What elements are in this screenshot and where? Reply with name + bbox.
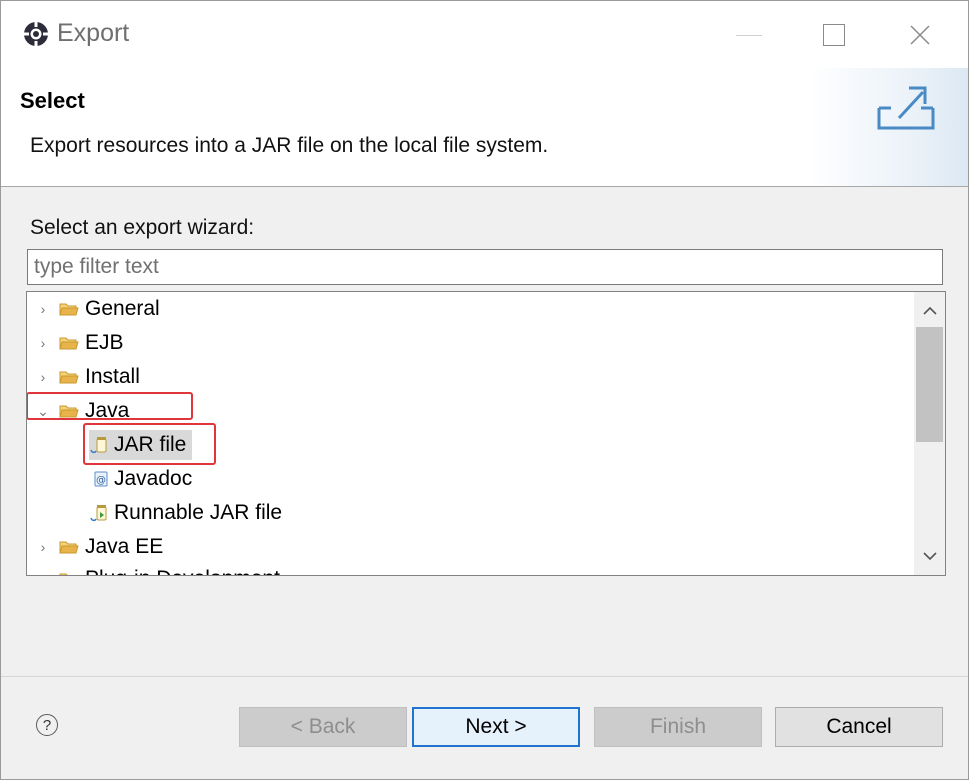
minimize-button[interactable] xyxy=(720,11,778,59)
scroll-up-button[interactable] xyxy=(915,296,945,326)
page-description: Export resources into a JAR file on the … xyxy=(30,134,549,157)
chevron-right-icon[interactable]: › xyxy=(33,571,53,575)
cancel-button-label: Cancel xyxy=(826,715,892,738)
button-bar: ? < Back Next > Finish Cancel xyxy=(1,676,968,779)
finish-button-label: Finish xyxy=(649,715,707,738)
wizard-content: Select an export wizard: › General › EJB… xyxy=(1,187,968,667)
tree-item-ejb[interactable]: › EJB xyxy=(33,326,124,360)
next-button-label: Next > xyxy=(465,715,527,738)
scroll-thumb[interactable] xyxy=(916,327,943,442)
help-icon: ? xyxy=(42,716,52,734)
tree-item-runnable-jar[interactable]: Runnable JAR file xyxy=(89,496,282,530)
export-wizard-icon xyxy=(877,86,935,130)
folder-icon xyxy=(59,337,79,350)
maximize-icon xyxy=(823,24,845,46)
tree-item-install[interactable]: › Install xyxy=(33,360,140,394)
chevron-right-icon[interactable]: › xyxy=(33,539,53,555)
tree-item-label: Plug-in Development xyxy=(85,567,280,575)
tree-vertical-scrollbar[interactable] xyxy=(914,292,945,575)
back-button-label: < Back xyxy=(290,715,356,738)
scroll-down-button[interactable] xyxy=(915,541,945,571)
folder-icon xyxy=(59,541,79,554)
filter-input[interactable] xyxy=(27,249,943,285)
tree-item-general[interactable]: › General xyxy=(33,292,160,326)
tree-item-plugin-development[interactable]: › Plug-in Development xyxy=(33,562,280,575)
page-title: Select xyxy=(20,88,85,113)
title-bar: Export xyxy=(1,1,968,68)
chevron-right-icon[interactable]: › xyxy=(33,301,53,317)
finish-button[interactable]: Finish xyxy=(594,707,762,747)
runnable-jar-icon xyxy=(90,505,107,522)
tree-item-label: Install xyxy=(85,365,140,388)
tree-item-label: Javadoc xyxy=(114,467,193,490)
wizard-header: Select Export resources into a JAR file … xyxy=(1,68,968,187)
java-highlight-box xyxy=(27,392,193,420)
chevron-right-icon[interactable]: › xyxy=(33,369,53,385)
chevron-right-icon[interactable]: › xyxy=(33,335,53,351)
back-button[interactable]: < Back xyxy=(239,707,407,747)
wizard-tree[interactable]: › General › EJB › Install ⌄ Java JAR fil… xyxy=(26,291,946,576)
folder-icon xyxy=(59,303,79,316)
chevron-down-icon xyxy=(923,552,937,561)
tree-item-label: General xyxy=(85,297,160,320)
tree-item-label: Java EE xyxy=(85,535,164,558)
tree-item-label: Runnable JAR file xyxy=(114,501,283,524)
maximize-button[interactable] xyxy=(805,11,863,59)
javadoc-icon: @ xyxy=(94,471,108,487)
export-dialog: Export Select Export resources into a JA… xyxy=(0,0,969,780)
wizard-select-label: Select an export wizard: xyxy=(30,216,255,239)
svg-text:@: @ xyxy=(96,475,106,486)
folder-icon xyxy=(59,573,68,575)
tree-item-label: EJB xyxy=(85,331,124,354)
tree-item-java-ee[interactable]: › Java EE xyxy=(33,530,164,564)
minimize-icon xyxy=(736,34,762,36)
next-button[interactable]: Next > xyxy=(412,707,580,747)
cancel-button[interactable]: Cancel xyxy=(775,707,943,747)
close-icon xyxy=(910,25,930,45)
jar-file-highlight-box xyxy=(83,423,216,465)
chevron-up-icon xyxy=(923,306,937,315)
close-button[interactable] xyxy=(891,11,949,59)
help-button[interactable]: ? xyxy=(36,714,58,736)
tree-item-javadoc[interactable]: @ Javadoc xyxy=(89,462,192,496)
window-title: Export xyxy=(57,19,130,47)
folder-icon xyxy=(59,371,79,384)
eclipse-app-icon xyxy=(23,21,49,47)
